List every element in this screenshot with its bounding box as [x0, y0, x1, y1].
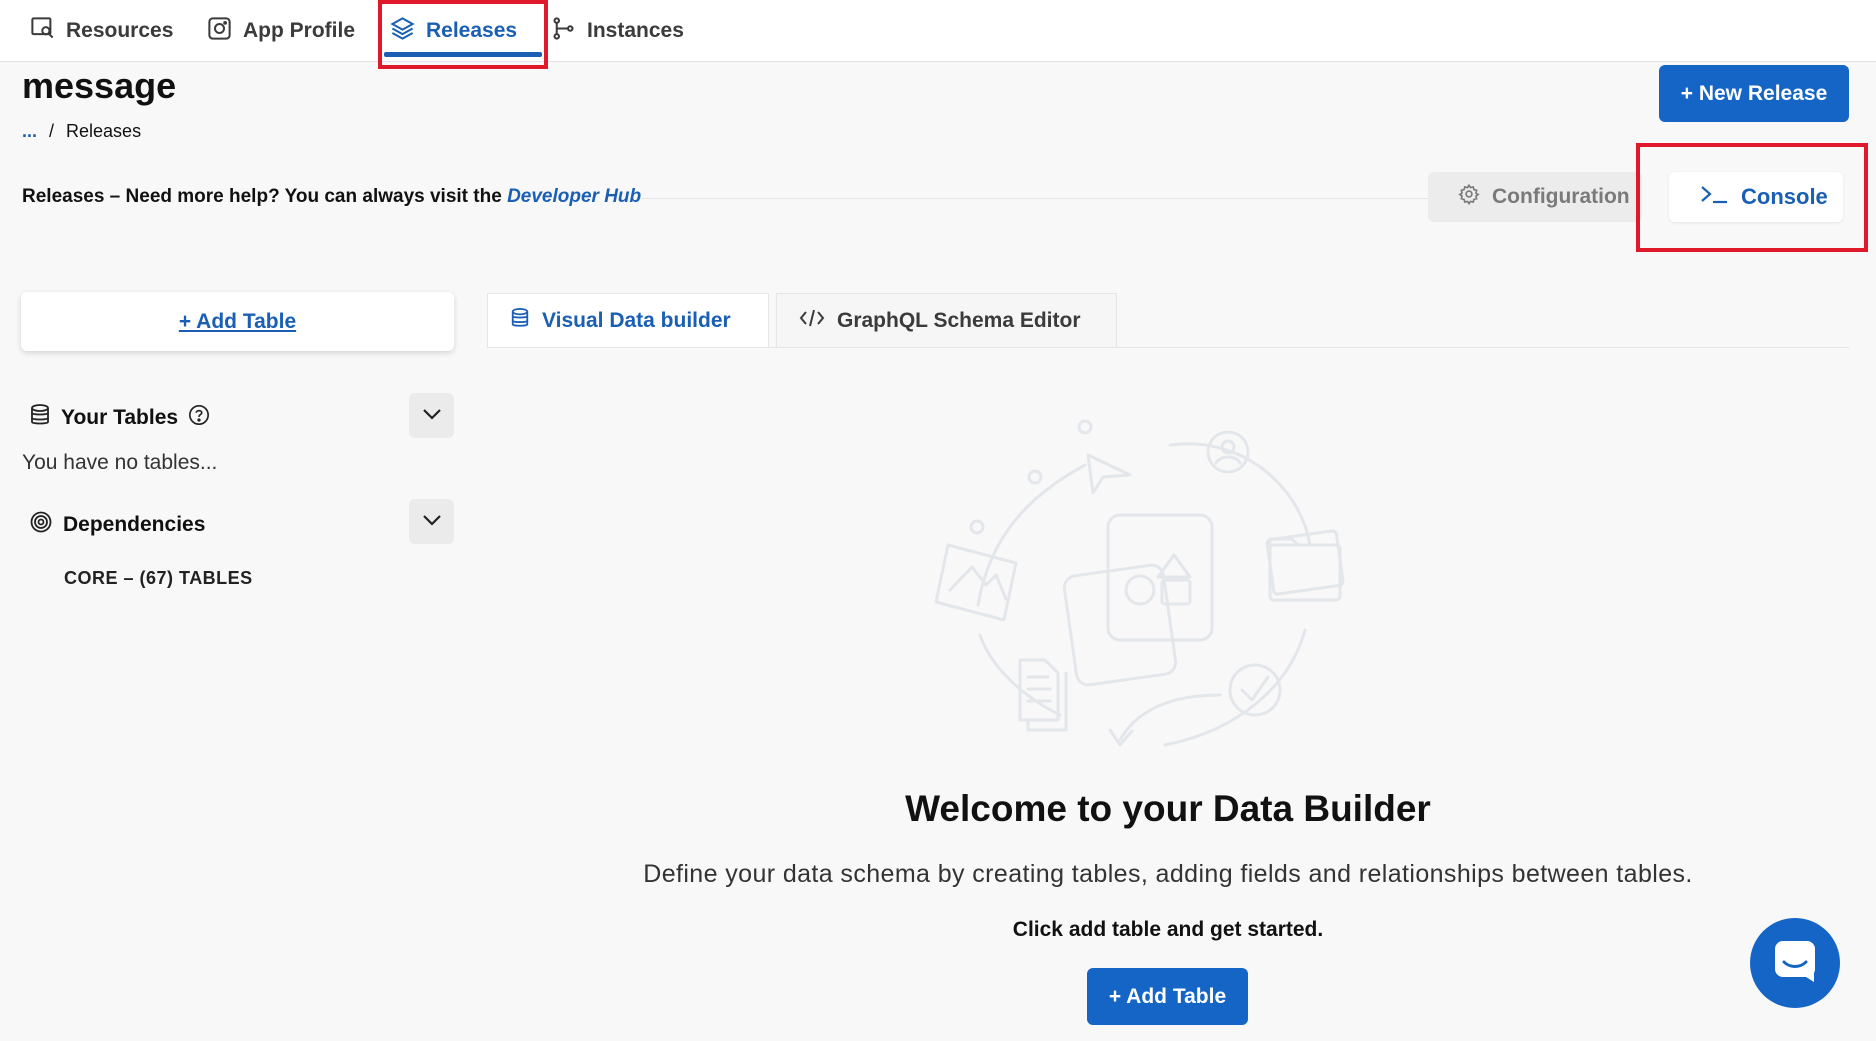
console-button[interactable]: Console [1669, 172, 1843, 222]
breadcrumb-current: Releases [66, 121, 142, 141]
nav-tab-instances[interactable]: Instances [550, 0, 684, 62]
breadcrumb: ... / Releases [22, 121, 141, 142]
help-circle-icon[interactable] [188, 404, 210, 432]
configuration-button[interactable]: Configuration [1428, 172, 1642, 222]
welcome-cta: Click add table and get started. [1012, 918, 1324, 941]
tab-label: GraphQL Schema Editor [837, 309, 1081, 332]
breadcrumb-separator: / [49, 121, 55, 141]
nav-tab-label: Releases [426, 19, 518, 42]
active-tab-indicator [384, 52, 542, 57]
chevron-down-icon [422, 407, 442, 425]
nav-tab-app-profile[interactable]: App Profile [206, 0, 355, 62]
nav-tab-resources[interactable]: Resources [29, 0, 173, 62]
dependency-item-core[interactable]: CORE – (67) TABLES [64, 568, 253, 589]
add-table-button[interactable]: + Add Table [1087, 968, 1248, 1025]
code-icon [799, 307, 825, 335]
your-tables-label: Your Tables [61, 406, 179, 429]
new-release-button[interactable]: + New Release [1659, 65, 1849, 122]
data-builder-illustration [934, 419, 1345, 747]
breadcrumb-root[interactable]: ... [22, 121, 37, 142]
terminal-icon [1699, 183, 1729, 211]
welcome-subtitle: Define your data schema by creating tabl… [643, 860, 1693, 888]
nav-tab-label: App Profile [243, 19, 356, 42]
configuration-label: Configuration [1492, 185, 1630, 208]
tabs-divider [487, 347, 1849, 348]
add-table-link: + Add Table [178, 309, 297, 333]
nav-tab-label: Resources [66, 19, 174, 42]
dependencies-header: Dependencies [29, 510, 205, 540]
tab-graphql-schema-editor[interactable]: GraphQL Schema Editor [776, 293, 1117, 348]
chat-icon [1772, 938, 1818, 989]
your-tables-toggle[interactable] [409, 393, 454, 438]
dependencies-label: Dependencies [63, 513, 206, 536]
nav-tab-label: Instances [587, 19, 684, 42]
page-title: message [22, 65, 177, 106]
add-table-sidebar-button[interactable]: + Add Table [21, 292, 454, 351]
branch-icon [550, 15, 577, 48]
empty-tables-message: You have no tables... [22, 451, 218, 474]
tab-visual-data-builder[interactable]: Visual Data builder [487, 293, 769, 348]
resources-icon [29, 15, 56, 48]
target-icon [29, 510, 53, 540]
database-icon [510, 307, 530, 335]
dependencies-toggle[interactable] [409, 499, 454, 544]
layers-icon [389, 15, 416, 48]
console-label: Console [1741, 184, 1828, 209]
developer-hub-link[interactable]: Developer Hub [507, 186, 641, 207]
help-message: Releases – Need more help? You can alway… [22, 186, 502, 207]
top-nav: Resources App Profile Releases Instances [0, 0, 1876, 62]
divider [640, 198, 1430, 199]
tab-label: Visual Data builder [542, 309, 731, 332]
help-text: Releases – Need more help? You can alway… [22, 186, 641, 208]
gear-icon [1458, 183, 1480, 211]
chevron-down-icon [422, 513, 442, 531]
welcome-title: Welcome to your Data Builder [905, 788, 1431, 829]
database-icon [29, 403, 51, 433]
chat-launcher-button[interactable] [1750, 918, 1840, 1008]
app-profile-icon [206, 15, 233, 48]
your-tables-header: Your Tables [29, 403, 210, 433]
